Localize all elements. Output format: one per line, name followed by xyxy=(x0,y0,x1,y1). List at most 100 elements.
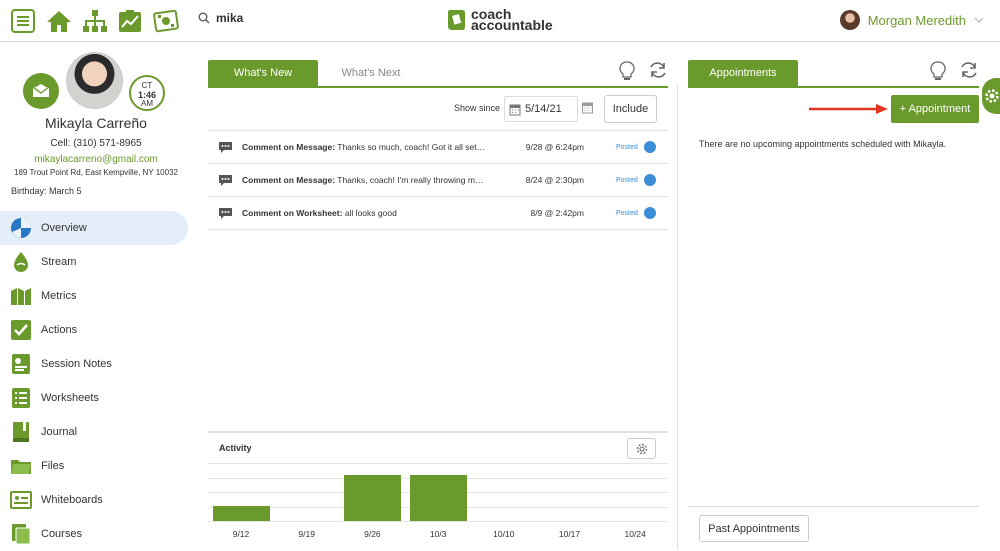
activity-feed: Comment on Message: Thanks so much, coac… xyxy=(208,130,668,230)
client-birthday: Birthday: March 5 xyxy=(11,186,82,196)
nav-item-stream[interactable]: Stream xyxy=(0,245,188,279)
show-since-label: Show since xyxy=(454,103,501,113)
whats-new-panel: What's New What's Next Show since 5/14/2… xyxy=(208,43,668,550)
nav-item-worksheets[interactable]: Worksheets xyxy=(0,381,188,415)
chart-bar[interactable] xyxy=(213,505,270,521)
chevron-down-icon xyxy=(974,17,984,23)
feed-body: Thanks so much, coach! Got it all set… xyxy=(337,142,486,152)
tab-whats-next[interactable]: What's Next xyxy=(316,60,426,86)
chart-gridline xyxy=(208,463,668,464)
lightbulb-icon[interactable] xyxy=(618,60,636,85)
feed-date: 9/28 @ 6:24pm xyxy=(525,142,584,152)
feed-row[interactable]: Comment on Worksheet: all looks good 8/9… xyxy=(208,197,668,230)
refresh-icon[interactable] xyxy=(959,60,979,85)
nav-item-metrics[interactable]: Metrics xyxy=(0,279,188,313)
logo-icon xyxy=(448,10,465,30)
tab-whats-new[interactable]: What's New xyxy=(208,60,318,86)
nav-item-files[interactable]: Files xyxy=(0,449,188,483)
stream-icon xyxy=(10,251,32,273)
nav-item-actions[interactable]: Actions xyxy=(0,313,188,347)
feed-date: 8/24 @ 2:30pm xyxy=(525,175,584,185)
nav-label: Whiteboards xyxy=(41,494,103,506)
feed-body: Thanks, coach! I'm really throwing m… xyxy=(337,175,484,185)
client-cell: Cell: (310) 571-8965 xyxy=(50,138,142,149)
chart-baseline xyxy=(208,521,668,522)
search-input[interactable]: mika xyxy=(216,11,243,25)
user-menu[interactable]: Morgan Meredith xyxy=(839,10,984,30)
metrics-board-icon[interactable] xyxy=(117,8,143,34)
feed-text: Comment on Message: Thanks, coach! I'm r… xyxy=(242,175,497,185)
nav-label: Worksheets xyxy=(41,392,99,404)
money-icon[interactable] xyxy=(153,8,179,34)
clock-ampm: AM xyxy=(141,99,153,108)
show-since-date-field[interactable]: 5/14/21 xyxy=(504,96,578,122)
activity-chart-panel: Activity 9/12 9/19 9/26 10/3 10/10 10/17 10/24 xyxy=(208,431,668,550)
add-appointment-button[interactable]: + Appointment xyxy=(891,95,979,123)
home-icon[interactable] xyxy=(46,8,72,34)
client-nav: Overview Stream Metrics Actions Session … xyxy=(0,211,188,551)
status-dot xyxy=(644,141,656,153)
client-local-time: CT 1:46 AM xyxy=(129,75,165,111)
status-dot xyxy=(644,207,656,219)
past-appointments-button[interactable]: Past Appointments xyxy=(699,515,809,542)
session-notes-icon xyxy=(10,353,32,375)
menu-icon[interactable] xyxy=(10,8,36,34)
feed-text: Comment on Message: Thanks so much, coac… xyxy=(242,142,497,152)
logo[interactable]: coach accountable xyxy=(446,7,553,32)
client-email-link[interactable]: mikaylacarreno@gmail.com xyxy=(0,154,192,165)
client-photo xyxy=(66,52,123,109)
feed-type: Comment on Message: xyxy=(242,175,336,185)
clock-timezone: CT xyxy=(141,81,153,90)
feed-status: Posted xyxy=(616,177,638,184)
chart-x-tick-label: 10/3 xyxy=(429,529,447,539)
show-since-date: 5/14/21 xyxy=(525,103,562,115)
refresh-icon[interactable] xyxy=(648,60,668,85)
nav-label: Courses xyxy=(41,528,82,540)
feed-tools xyxy=(618,60,668,85)
feed-date: 8/9 @ 2:42pm xyxy=(530,208,584,218)
comment-icon xyxy=(218,207,233,223)
nav-item-courses[interactable]: Courses xyxy=(0,517,188,551)
feed-tabs: What's New What's Next xyxy=(208,60,668,88)
nav-label: Journal xyxy=(41,426,78,438)
calendar-icon xyxy=(509,104,521,115)
nav-item-journal[interactable]: Journal xyxy=(0,415,188,449)
include-button[interactable]: Include xyxy=(604,95,657,123)
org-chart-icon[interactable] xyxy=(82,8,108,34)
metrics-icon xyxy=(10,285,32,307)
calendar-picker-icon[interactable] xyxy=(581,101,594,117)
envelope-icon xyxy=(32,84,50,97)
nav-label: Actions xyxy=(41,324,78,336)
chart-bar[interactable] xyxy=(410,474,467,521)
activity-title: Activity xyxy=(219,443,252,453)
nav-label: Files xyxy=(41,460,65,472)
nav-label: Overview xyxy=(41,222,87,234)
nav-item-whiteboards[interactable]: Whiteboards xyxy=(0,483,188,517)
feed-row[interactable]: Comment on Message: Thanks, coach! I'm r… xyxy=(208,164,668,197)
courses-icon xyxy=(10,523,32,545)
tab-appointments[interactable]: Appointments xyxy=(688,60,798,86)
chart-x-tick-label: 9/12 xyxy=(232,529,250,539)
feed-type: Comment on Worksheet: xyxy=(242,208,343,218)
chart-x-tick-label: 10/17 xyxy=(558,529,581,539)
chart-bar[interactable] xyxy=(344,474,402,521)
nav-item-overview[interactable]: Overview xyxy=(0,211,188,245)
feed-body: all looks good xyxy=(344,208,397,218)
appointments-tabs: Appointments xyxy=(688,60,979,88)
chart-x-tick-label: 9/26 xyxy=(364,529,381,539)
journal-icon xyxy=(10,421,32,443)
activity-settings-button[interactable] xyxy=(627,438,656,459)
gear-icon xyxy=(636,443,647,454)
message-button[interactable] xyxy=(23,73,59,109)
feed-row[interactable]: Comment on Message: Thanks so much, coac… xyxy=(208,131,668,164)
comment-icon xyxy=(218,174,233,190)
files-icon xyxy=(10,455,32,477)
settings-tab[interactable] xyxy=(982,78,1000,114)
nav-label: Session Notes xyxy=(41,358,112,370)
nav-item-session-notes[interactable]: Session Notes xyxy=(0,347,188,381)
gear-icon xyxy=(985,89,999,103)
user-name: Morgan Meredith xyxy=(867,12,966,28)
search-bar[interactable]: mika xyxy=(198,11,243,25)
lightbulb-icon[interactable] xyxy=(929,60,947,85)
chart-x-tick-label: 9/19 xyxy=(298,529,315,539)
